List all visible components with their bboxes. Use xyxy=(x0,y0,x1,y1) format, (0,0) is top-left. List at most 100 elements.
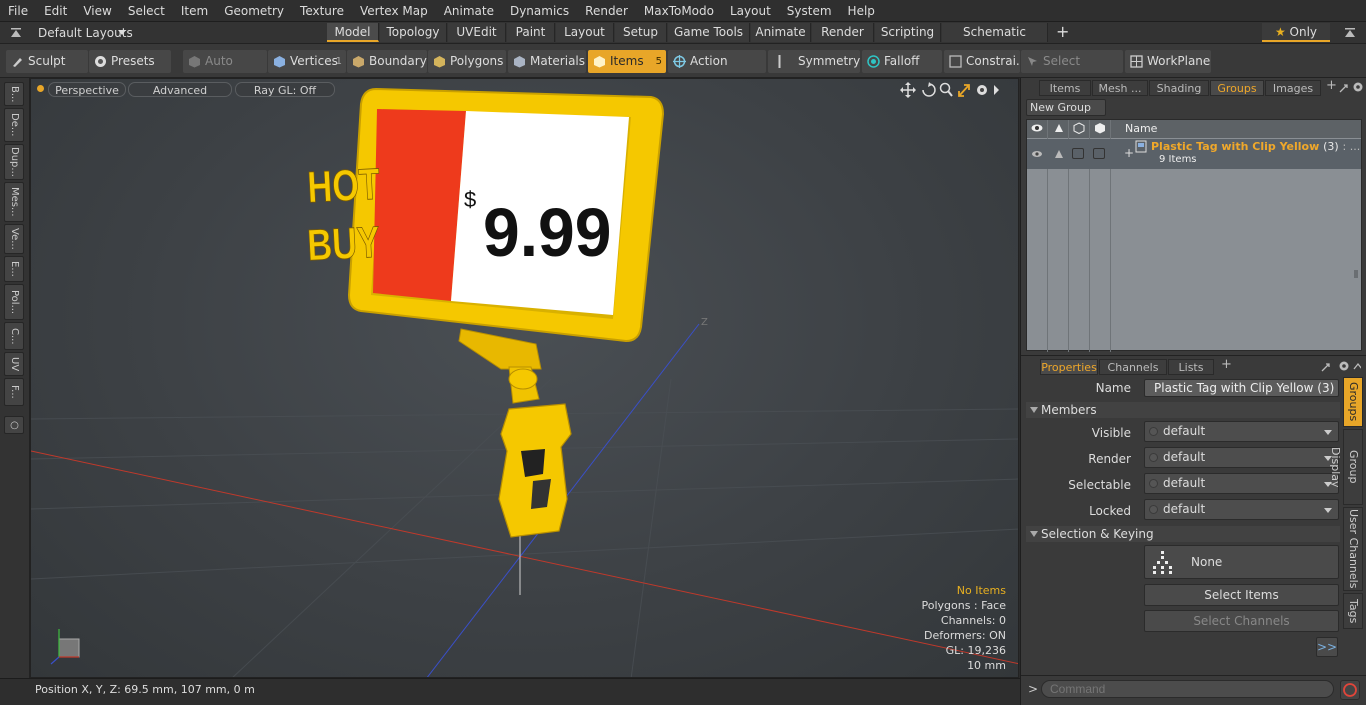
only-button[interactable]: ★ Only xyxy=(1262,23,1330,42)
menu-dynamics[interactable]: Dynamics xyxy=(502,0,577,22)
side-tab-user-channels[interactable]: User Channels xyxy=(1343,507,1363,591)
left-tab-duplicate[interactable]: Dup... xyxy=(4,144,24,180)
select-items-button[interactable]: Select Items xyxy=(1144,584,1339,606)
side-tab-groups[interactable]: Groups xyxy=(1343,377,1363,427)
tab-scripting[interactable]: Scripting xyxy=(875,23,941,42)
tab-lists[interactable]: Lists xyxy=(1168,359,1214,375)
constraints-button[interactable]: Constrai... xyxy=(944,50,1027,73)
select-through-button[interactable]: Select Through xyxy=(1021,50,1123,91)
menu-edit[interactable]: Edit xyxy=(36,0,75,22)
group-render-toggle[interactable] xyxy=(1053,148,1065,163)
group-row[interactable]: + Plastic Tag with Clip Yellow (3) : ...… xyxy=(1027,139,1361,169)
expand-icon[interactable] xyxy=(1321,363,1330,372)
left-tab-curve[interactable]: C... xyxy=(4,322,24,350)
locked-select[interactable]: default xyxy=(1144,499,1339,520)
tab-groups[interactable]: Groups xyxy=(1210,80,1264,96)
group-name-field[interactable]: Plastic Tag with Clip Yellow (3) xyxy=(1144,379,1339,397)
falloff-button[interactable]: Falloff xyxy=(862,50,942,73)
presets-button[interactable]: Presets xyxy=(89,50,171,73)
left-tab-deform[interactable]: De... xyxy=(4,108,24,142)
group-lock-toggle[interactable] xyxy=(1072,148,1084,159)
vertices-button[interactable]: Vertices 1 xyxy=(268,50,346,73)
left-tab-basic[interactable]: B... xyxy=(4,82,24,106)
tab-topology[interactable]: Topology xyxy=(380,23,447,42)
menu-geometry[interactable]: Geometry xyxy=(216,0,292,22)
record-macro-button[interactable] xyxy=(1340,680,1360,700)
tab-setup[interactable]: Setup xyxy=(615,23,667,42)
tab-shading[interactable]: Shading xyxy=(1149,80,1209,96)
perspective-button[interactable]: Perspective xyxy=(48,82,126,97)
boundary-button[interactable]: Boundary xyxy=(347,50,427,73)
selectable-select[interactable]: default xyxy=(1144,473,1339,494)
advanced-button[interactable]: Advanced xyxy=(128,82,232,97)
menu-help[interactable]: Help xyxy=(840,0,883,22)
menu-texture[interactable]: Texture xyxy=(292,0,352,22)
menu-maxtomodo[interactable]: MaxToModo xyxy=(636,0,722,22)
tab-items[interactable]: Items xyxy=(1039,80,1091,96)
menu-system[interactable]: System xyxy=(779,0,840,22)
more-options-button[interactable]: >> xyxy=(1316,637,1338,657)
left-tab-mesh-edit[interactable]: Mes... xyxy=(4,182,24,222)
members-section[interactable]: Members xyxy=(1026,402,1340,418)
tab-animate[interactable]: Animate xyxy=(751,23,811,42)
viewport-options-dot[interactable] xyxy=(37,85,44,92)
3d-viewport[interactable]: Z HOT BUY $ 9.99 Perspective Advanced Ra… xyxy=(30,78,1019,678)
tab-game-tools[interactable]: Game Tools xyxy=(668,23,750,42)
tab-properties[interactable]: Properties xyxy=(1040,359,1098,375)
render-icon[interactable] xyxy=(1053,122,1065,134)
tab-layout[interactable]: Layout xyxy=(556,23,614,42)
command-input[interactable] xyxy=(1041,680,1334,698)
expand-icon[interactable] xyxy=(1339,84,1348,93)
scrollbar-handle[interactable] xyxy=(1354,270,1358,278)
add-panel-tab-button[interactable]: + xyxy=(1326,78,1337,93)
add-tab-button[interactable]: + xyxy=(1056,22,1069,42)
lock-cube-icon[interactable] xyxy=(1073,122,1085,135)
tab-channels[interactable]: Channels xyxy=(1099,359,1167,375)
collapse-arrow-icon[interactable] xyxy=(1353,362,1361,370)
left-tab-vertex[interactable]: Ve... xyxy=(4,224,24,254)
tab-render[interactable]: Render xyxy=(812,23,874,42)
tab-model[interactable]: Model xyxy=(327,23,379,42)
menu-vertex-map[interactable]: Vertex Map xyxy=(352,0,436,22)
action-center-button[interactable]: Action Center xyxy=(668,50,766,91)
left-tab-more[interactable]: ○ xyxy=(4,416,24,434)
items-button[interactable]: Items 5 xyxy=(588,50,666,73)
menu-view[interactable]: View xyxy=(75,0,119,22)
raygl-button[interactable]: Ray GL: Off xyxy=(235,82,335,97)
menu-item[interactable]: Item xyxy=(173,0,216,22)
key-none-button[interactable]: None xyxy=(1144,545,1339,579)
collapse-arrow-icon[interactable] xyxy=(10,27,22,38)
select-cube-icon[interactable] xyxy=(1094,122,1106,134)
groups-list[interactable]: Name + Plastic Tag with Clip Yellow (3) … xyxy=(1026,119,1362,352)
select-channels-button[interactable]: Select Channels xyxy=(1144,610,1339,632)
menu-animate[interactable]: Animate xyxy=(436,0,502,22)
left-tab-fusion[interactable]: F... xyxy=(4,378,24,406)
workplane-button[interactable]: WorkPlane xyxy=(1125,50,1211,73)
tab-paint[interactable]: Paint xyxy=(507,23,555,42)
move-view-icon[interactable] xyxy=(900,82,916,98)
fit-view-icon[interactable] xyxy=(958,84,970,97)
visible-select[interactable]: default xyxy=(1144,421,1339,442)
rotate-view-icon[interactable] xyxy=(922,82,936,97)
tab-uvedit[interactable]: UVEdit xyxy=(448,23,506,42)
zoom-view-icon[interactable] xyxy=(939,82,953,97)
menu-render[interactable]: Render xyxy=(577,0,636,22)
tab-schematic-fusion[interactable]: Schematic Fusion xyxy=(942,23,1048,58)
menu-select[interactable]: Select xyxy=(120,0,173,22)
tab-mesh[interactable]: Mesh ... xyxy=(1092,80,1148,96)
collapse-arrow-icon[interactable] xyxy=(1344,27,1356,38)
left-tab-uv[interactable]: UV xyxy=(4,352,24,376)
polygons-button[interactable]: Polygons xyxy=(428,50,506,73)
left-tab-edge[interactable]: E... xyxy=(4,256,24,282)
selection-keying-section[interactable]: Selection & Keying xyxy=(1026,526,1340,542)
left-tab-polygon[interactable]: Pol... xyxy=(4,284,24,320)
symmetry-button[interactable]: Symmetry xyxy=(768,50,860,73)
side-tab-tags[interactable]: Tags xyxy=(1343,593,1363,629)
tab-images[interactable]: Images xyxy=(1265,80,1321,96)
eye-icon[interactable] xyxy=(1031,122,1043,134)
render-select[interactable]: default xyxy=(1144,447,1339,468)
group-select-toggle[interactable] xyxy=(1093,148,1105,159)
add-properties-tab-button[interactable]: + xyxy=(1221,357,1232,372)
sculpt-button[interactable]: Sculpt xyxy=(6,50,88,73)
layout-selector[interactable]: Default Layouts xyxy=(0,22,180,43)
